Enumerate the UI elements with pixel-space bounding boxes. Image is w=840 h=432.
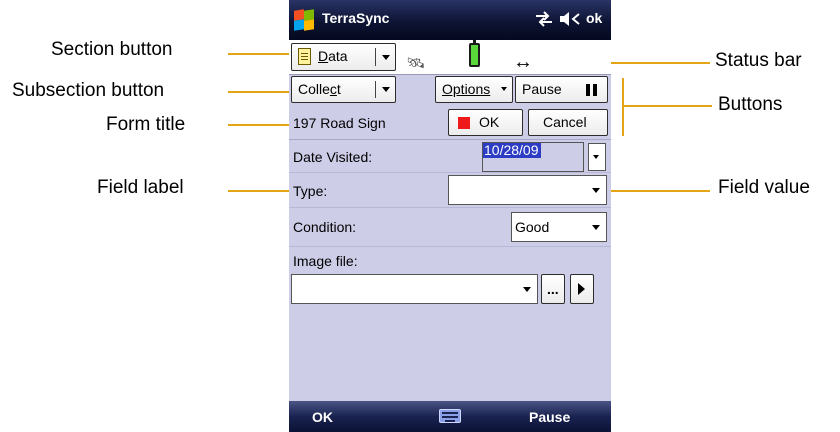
- browse-button[interactable]: ...: [541, 274, 565, 304]
- offset-arrows-icon[interactable]: ↔: [513, 51, 533, 74]
- field-row-image-file: Image file: ...: [289, 249, 611, 319]
- pause-button[interactable]: Pause: [515, 76, 608, 103]
- callout-line-field-label: [228, 190, 295, 192]
- date-visited-label: Date Visited:: [293, 149, 373, 165]
- type-dropdown[interactable]: [448, 175, 607, 205]
- date-picker-button[interactable]: [588, 143, 606, 171]
- device-screen: TerraSync ok Data 🛰︎ ↔ Collect Options P…: [289, 0, 611, 432]
- form-title-row: 197 Road Sign OK Cancel: [289, 107, 611, 140]
- softkey-ok[interactable]: OK: [312, 409, 333, 425]
- callout-form-title: Form title: [106, 114, 186, 135]
- subsection-button-label: Collect: [298, 81, 341, 97]
- app-title: TerraSync: [322, 10, 390, 26]
- title-ok-button[interactable]: ok: [586, 10, 602, 26]
- chevron-down-icon: [382, 87, 390, 92]
- subsection-button[interactable]: Collect: [291, 76, 396, 103]
- battery-icon[interactable]: [469, 40, 480, 67]
- callout-line-subsection: [228, 91, 289, 93]
- image-file-dropdown[interactable]: [291, 274, 538, 304]
- condition-label: Condition:: [293, 219, 357, 235]
- satellite-icon[interactable]: 🛰︎: [406, 54, 425, 72]
- condition-dropdown[interactable]: Good: [511, 212, 607, 242]
- chevron-down-icon: [593, 155, 599, 159]
- callout-field-value: Field value: [718, 177, 810, 198]
- cancel-button[interactable]: Cancel: [528, 109, 608, 136]
- chevron-down-icon: [501, 87, 507, 91]
- play-arrow-icon: [578, 283, 585, 295]
- callout-status-bar: Status bar: [715, 50, 802, 71]
- chevron-down-icon: [382, 55, 390, 60]
- chevron-down-icon: [592, 225, 600, 230]
- keyboard-icon[interactable]: [439, 409, 461, 423]
- chevron-down-icon: [592, 188, 600, 193]
- callout-field-label: Field label: [97, 177, 184, 198]
- subsection-row: Collect Options Pause: [289, 75, 611, 105]
- callout-subsection-button: Subsection button: [12, 80, 165, 101]
- softkey-bar: OK Pause: [289, 401, 611, 432]
- callout-line-section: [228, 53, 289, 55]
- ok-button[interactable]: OK: [448, 109, 523, 136]
- date-visited-field[interactable]: [482, 142, 584, 172]
- options-button[interactable]: Options: [435, 76, 513, 103]
- callout-section-button: Section button: [51, 39, 173, 60]
- volume-icon[interactable]: [559, 11, 581, 27]
- stop-square-icon: [458, 117, 470, 129]
- field-row-type: Type:: [289, 173, 611, 208]
- callout-line-form-title: [228, 124, 289, 126]
- chevron-down-icon: [523, 287, 531, 292]
- image-file-label: Image file:: [293, 253, 358, 269]
- status-bar: Data 🛰︎ ↔: [289, 40, 611, 75]
- section-button-label: Data: [318, 48, 348, 64]
- form-title: 197 Road Sign: [293, 115, 386, 131]
- callout-line-buttons: [622, 105, 712, 107]
- callout-line-field-value: [600, 190, 710, 192]
- document-icon: [298, 48, 311, 65]
- callout-buttons: Buttons: [718, 94, 783, 115]
- softkey-pause[interactable]: Pause: [529, 409, 570, 425]
- connectivity-icon[interactable]: [534, 11, 554, 27]
- section-button[interactable]: Data: [291, 43, 396, 71]
- type-label: Type:: [293, 183, 328, 199]
- windows-start-icon[interactable]: [293, 8, 315, 31]
- field-row-condition: Condition: Good: [289, 208, 611, 247]
- callout-bracket-buttons: [622, 78, 624, 136]
- title-bar: TerraSync ok: [289, 0, 611, 40]
- pause-icon: [586, 84, 597, 96]
- open-file-button[interactable]: [570, 274, 594, 304]
